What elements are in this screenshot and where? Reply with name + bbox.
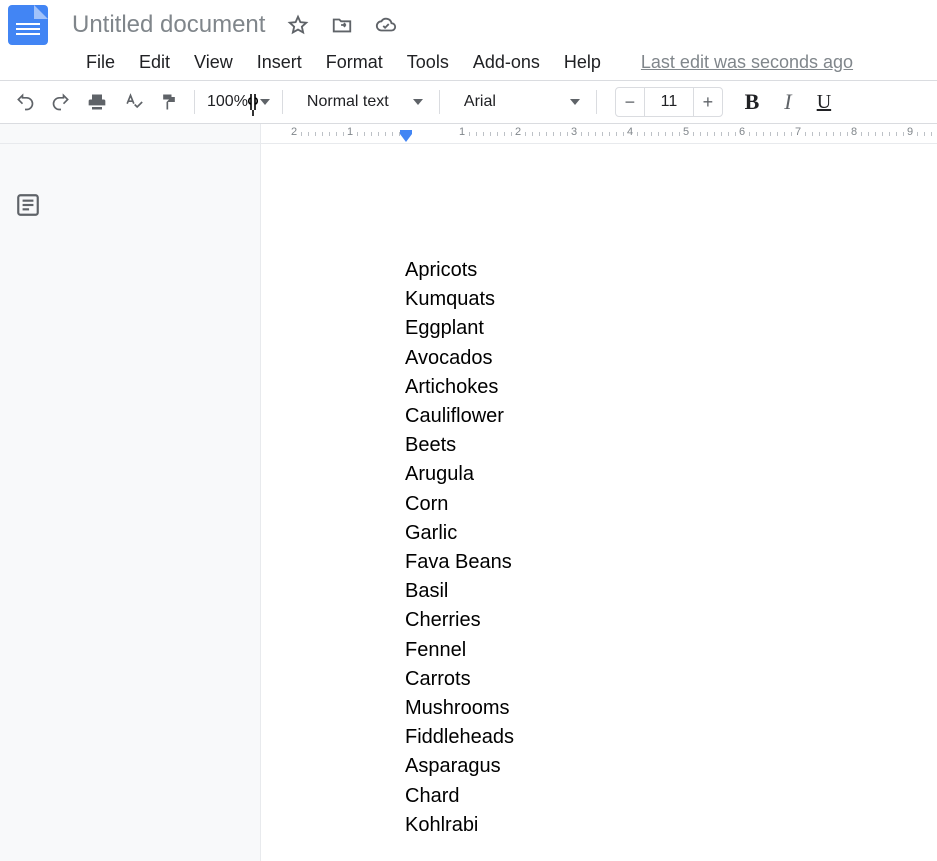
ruler-tick-label: 9: [907, 126, 913, 138]
print-button[interactable]: [80, 87, 114, 117]
outline-rail: [0, 144, 58, 861]
document-line[interactable]: Mushrooms: [405, 694, 937, 723]
toolbar-separator: [194, 90, 195, 114]
chevron-down-icon: [413, 99, 423, 105]
menu-help[interactable]: Help: [552, 48, 613, 77]
cloud-saved-icon[interactable]: [375, 14, 397, 36]
spellcheck-button[interactable]: [116, 87, 150, 117]
document-line[interactable]: Garlic: [405, 519, 937, 548]
ruler-tick-label: 5: [683, 126, 689, 138]
document-line[interactable]: Eggplant: [405, 314, 937, 343]
ruler-tick-label: 3: [571, 126, 577, 138]
document-title[interactable]: Untitled document: [72, 11, 265, 39]
document-line[interactable]: Beets: [405, 431, 937, 460]
font-family-dropdown[interactable]: Arial: [448, 87, 588, 117]
toolbar: 100% Normal text Arial − 11 + B I U: [0, 80, 937, 124]
document-line[interactable]: Fava Beans: [405, 548, 937, 577]
document-line[interactable]: Artichokes: [405, 373, 937, 402]
document-line[interactable]: Arugula: [405, 460, 937, 489]
docs-logo[interactable]: [8, 5, 48, 45]
bold-button[interactable]: B: [735, 87, 769, 117]
document-line[interactable]: Chard: [405, 782, 937, 811]
menu-addons[interactable]: Add-ons: [461, 48, 552, 77]
document-line[interactable]: Basil: [405, 577, 937, 606]
document-page[interactable]: ApricotsKumquatsEggplantAvocadosArtichok…: [260, 144, 937, 861]
menu-file[interactable]: File: [74, 48, 127, 77]
paragraph-style-dropdown[interactable]: Normal text: [291, 87, 431, 117]
document-outline-button[interactable]: [15, 192, 43, 220]
document-line[interactable]: Corn: [405, 490, 937, 519]
zoom-dropdown[interactable]: 100%: [203, 93, 274, 111]
ruler-tick-label: 1: [459, 126, 465, 138]
font-size-stepper[interactable]: − 11 +: [615, 87, 723, 117]
paragraph-style-label: Normal text: [307, 93, 389, 111]
gutter: [58, 144, 260, 861]
document-line[interactable]: Fiddleheads: [405, 723, 937, 752]
menubar: File Edit View Insert Format Tools Add-o…: [0, 44, 937, 80]
indent-marker[interactable]: [400, 134, 412, 142]
menu-edit[interactable]: Edit: [127, 48, 182, 77]
italic-button[interactable]: I: [771, 87, 805, 117]
ruler-tick-label: 4: [627, 126, 633, 138]
font-size-value[interactable]: 11: [644, 88, 694, 116]
document-line[interactable]: Avocados: [405, 344, 937, 373]
menu-view[interactable]: View: [182, 48, 245, 77]
document-line[interactable]: Carrots: [405, 665, 937, 694]
font-family-label: Arial: [464, 93, 496, 111]
redo-button[interactable]: [44, 87, 78, 117]
ruler-tick-label: 7: [795, 126, 801, 138]
underline-button[interactable]: U: [807, 87, 841, 117]
document-line[interactable]: Cherries: [405, 606, 937, 635]
toolbar-separator: [282, 90, 283, 114]
menu-insert[interactable]: Insert: [245, 48, 314, 77]
ruler-tick-label: 2: [515, 126, 521, 138]
document-line[interactable]: Fennel: [405, 636, 937, 665]
document-line[interactable]: Asparagus: [405, 752, 937, 781]
menu-tools[interactable]: Tools: [395, 48, 461, 77]
paint-format-button[interactable]: [152, 87, 186, 117]
document-line[interactable]: Kumquats: [405, 285, 937, 314]
font-size-decrease-button[interactable]: −: [616, 88, 644, 116]
workspace: ApricotsKumquatsEggplantAvocadosArtichok…: [0, 144, 937, 861]
doc-header: Untitled document: [0, 0, 937, 44]
ruler-tick-label: 1: [347, 126, 353, 138]
star-icon[interactable]: [287, 14, 309, 36]
chevron-down-icon: [260, 99, 270, 105]
document-line[interactable]: Kohlrabi: [405, 811, 937, 840]
horizontal-ruler[interactable]: 2 1 1 2 3 4 5 6 7 8 9: [0, 124, 937, 144]
document-line[interactable]: Cauliflower: [405, 402, 937, 431]
ruler-tick-label: 6: [739, 126, 745, 138]
toolbar-separator: [596, 90, 597, 114]
document-line[interactable]: Apricots: [405, 256, 937, 285]
undo-button[interactable]: [8, 87, 42, 117]
toolbar-separator: [439, 90, 440, 114]
menu-format[interactable]: Format: [314, 48, 395, 77]
font-size-increase-button[interactable]: +: [694, 88, 722, 116]
chevron-down-icon: [570, 99, 580, 105]
move-to-folder-icon[interactable]: [331, 14, 353, 36]
last-edit-link[interactable]: Last edit was seconds ago: [641, 52, 853, 73]
ruler-tick-label: 8: [851, 126, 857, 138]
zoom-value: 100%: [207, 93, 248, 111]
ruler-tick-label: 2: [291, 126, 297, 138]
